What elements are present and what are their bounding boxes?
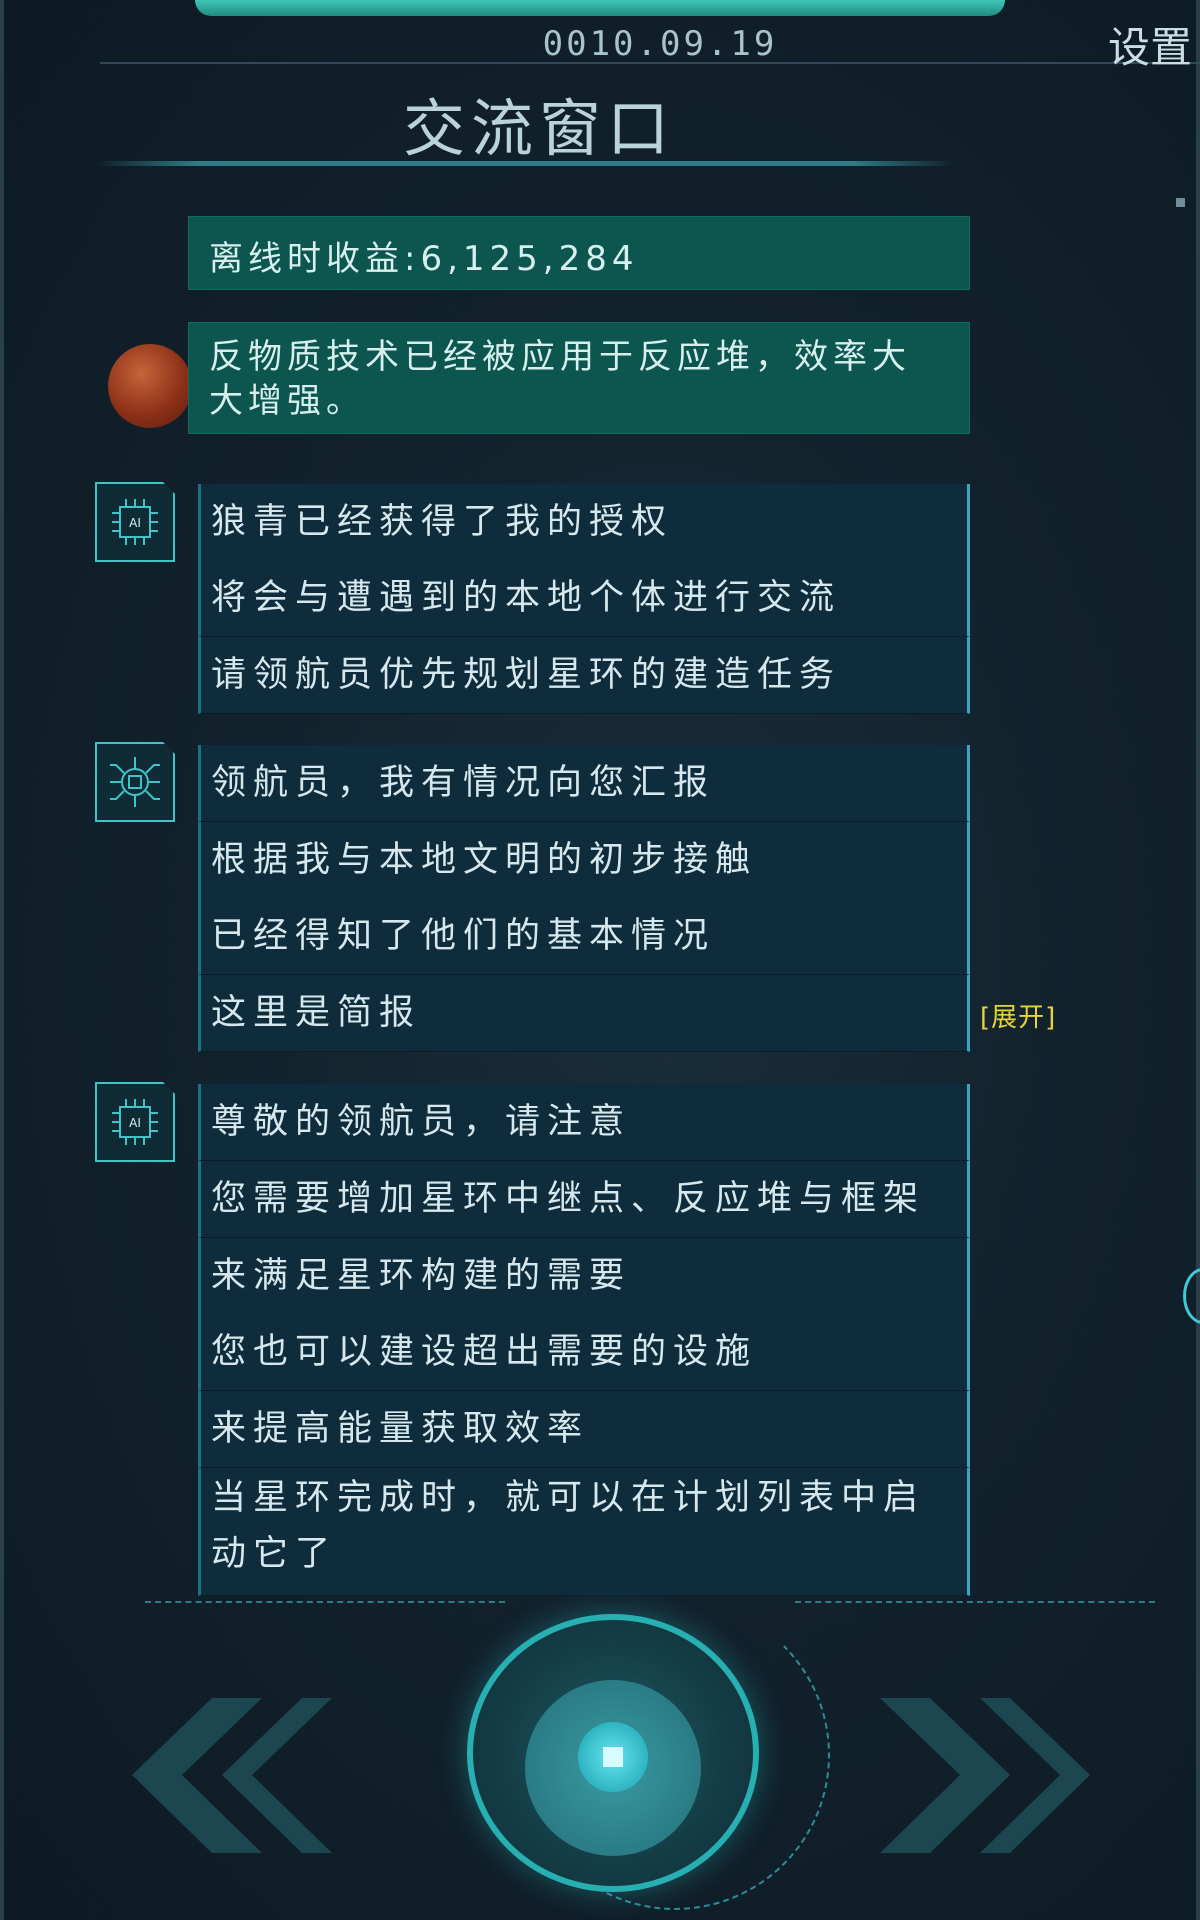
tech-notice: 反物质技术已经被应用于反应堆，效率大大增强。 [188, 322, 970, 434]
frame-left-edge [0, 0, 4, 1920]
message-line: 尊敬的领航员，请注意 [198, 1084, 970, 1161]
message-line: 您也可以建设超出需要的设施 [198, 1314, 970, 1391]
ai-chip-icon: AI [95, 1082, 175, 1162]
message-line: 已经得知了他们的基本情况 [198, 898, 970, 975]
game-date: 0010.09.19 [542, 24, 778, 64]
settings-button[interactable]: 设置 [1108, 14, 1192, 75]
circuit-bug-icon [95, 742, 175, 822]
message-line: 来提高能量获取效率 [198, 1391, 970, 1468]
frame-right-edge [1196, 0, 1200, 1920]
page-title: 交流窗口 [402, 92, 675, 165]
side-ring-icon[interactable] [1183, 1268, 1200, 1324]
message-line: 来满足星环构建的需要 [198, 1238, 970, 1315]
divider-right [795, 1601, 1155, 1603]
frame-top-bar [195, 0, 1005, 16]
divider-left [145, 1601, 505, 1603]
message-line: 您需要增加星环中继点、反应堆与框架 [198, 1161, 970, 1238]
planet-icon [108, 344, 192, 428]
title-underline [95, 161, 955, 166]
scroll-indicator [1176, 198, 1185, 207]
message-line: 当星环完成时，就可以在计划列表中启动它了 [198, 1468, 970, 1596]
message-line: 根据我与本地文明的初步接触 [198, 822, 970, 899]
stop-square-icon [603, 1747, 623, 1767]
offline-income-banner: 离线时收益:6,125,284 [188, 216, 970, 290]
message-line: 领航员，我有情况向您汇报 [198, 745, 970, 822]
ai-chip-icon: AI [95, 482, 175, 562]
double-chevron-left-icon[interactable] [102, 1698, 332, 1853]
svg-text:AI: AI [129, 516, 141, 530]
expand-link[interactable]: [展开] [980, 997, 1056, 1034]
message-line: 这里是简报 [198, 975, 970, 1052]
message-line: 将会与遭遇到的本地个体进行交流 [198, 560, 970, 637]
double-chevron-right-icon[interactable] [880, 1698, 1110, 1853]
svg-text:AI: AI [129, 1116, 141, 1130]
message-line: 狼青已经获得了我的授权 [198, 484, 970, 561]
message-line: 请领航员优先规划星环的建造任务 [198, 637, 970, 714]
